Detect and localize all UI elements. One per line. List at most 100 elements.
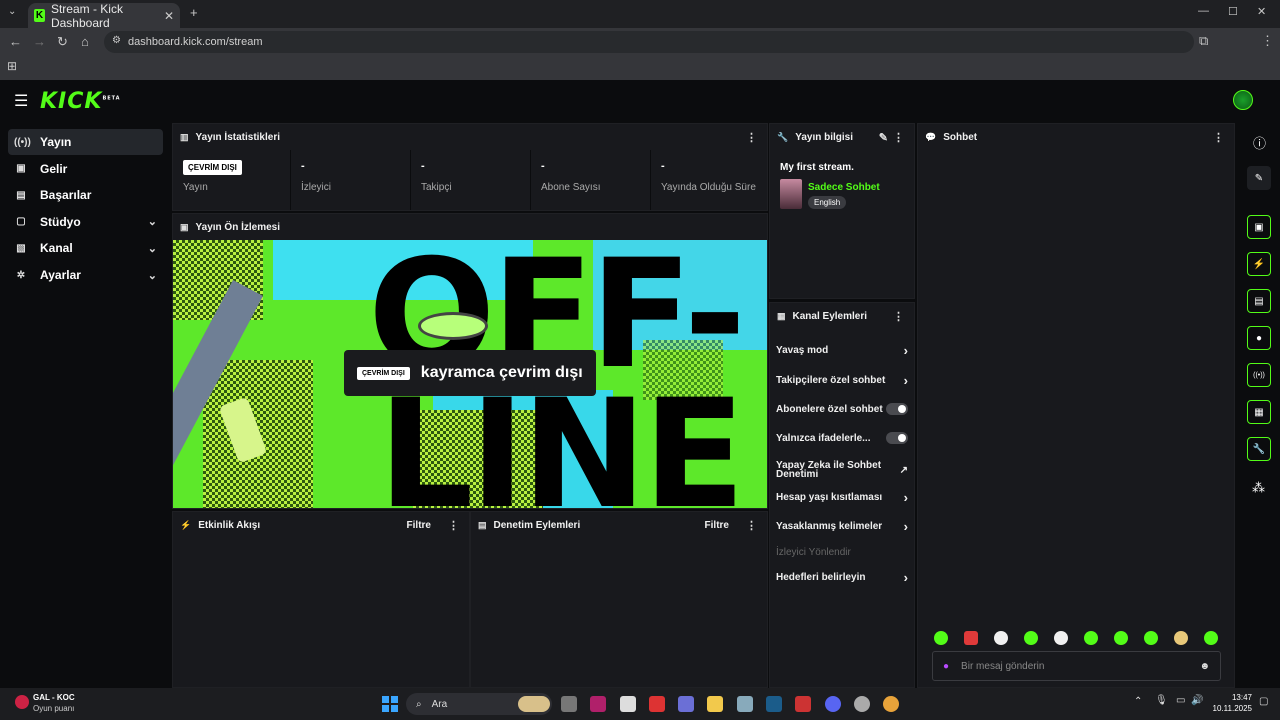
emote-icon[interactable] — [1204, 631, 1218, 645]
store-icon[interactable] — [620, 696, 636, 712]
emote-icon[interactable] — [1174, 631, 1188, 645]
vpn-icon[interactable] — [649, 696, 665, 712]
channel-action-item[interactable]: Abonelere özel sohbet — [776, 402, 908, 416]
app-icon[interactable] — [795, 696, 811, 712]
emote-icon[interactable] — [1054, 631, 1068, 645]
lightning-icon[interactable]: ⚡ — [1247, 252, 1271, 276]
chat-bubble-icon: 💬 — [925, 131, 937, 142]
network-icon[interactable]: ▭ — [1176, 695, 1185, 706]
mic-tray-icon[interactable]: 🎙 — [1155, 695, 1168, 706]
more-options-icon[interactable]: ⋮ — [1213, 131, 1224, 144]
channel-action-item[interactable]: Yasaklanmış kelimeler › — [776, 519, 908, 534]
pencil-icon[interactable]: ✎ — [1247, 166, 1271, 190]
toggle-switch[interactable] — [886, 432, 908, 444]
kick-logo[interactable]: KICKBETA — [40, 89, 121, 114]
studio-icon: ▢ — [16, 216, 26, 228]
back-icon[interactable]: ← — [9, 34, 22, 49]
discord-icon[interactable] — [825, 696, 841, 712]
tray-overflow-icon[interactable]: ⌃ — [1134, 696, 1142, 707]
reload-icon[interactable]: ↻ — [57, 34, 68, 50]
stream-info-panel: 🔧 Yayın bilgisi ✎ ⋮ My first stream. Sadece… — [769, 123, 915, 299]
more-options-icon[interactable]: ⋮ — [448, 519, 459, 532]
notification-icon[interactable]: ▢ — [1259, 696, 1268, 707]
windows-start-icon[interactable] — [382, 696, 398, 712]
sidebar-item-ayarlar[interactable]: ✲ Ayarlar ⌄ — [8, 262, 163, 288]
sidebar-item-gelir[interactable]: ▣ Gelir — [8, 156, 163, 182]
site-info-icon[interactable]: ⚙ — [112, 35, 121, 46]
emote-icon[interactable] — [964, 631, 978, 645]
capture-icon[interactable]: ▣ — [1247, 215, 1271, 239]
channel-action-item[interactable]: Yapay Zeka ile Sohbet Denetimi ↗ — [776, 461, 908, 480]
settings-icon[interactable] — [737, 696, 753, 712]
document-icon: ▤ — [478, 519, 487, 530]
emote-icon[interactable] — [994, 631, 1008, 645]
user-avatar[interactable] — [1233, 90, 1253, 110]
home-icon[interactable]: ⌂ — [81, 34, 89, 49]
hamburger-menu-icon[interactable]: ☰ — [14, 91, 28, 111]
sidebar-item-yayın[interactable]: ((•)) Yayın — [8, 129, 163, 155]
sidebar-item-label: Başarılar — [40, 188, 92, 203]
emoji-icon[interactable]: ☻ — [1199, 661, 1210, 672]
clock-date[interactable]: 10.11.2025 — [1206, 704, 1252, 713]
github-icon[interactable] — [854, 696, 870, 712]
browser-tab[interactable]: K Stream - Kick Dashboard ✕ — [28, 2, 180, 30]
more-options-icon[interactable]: ⋮ — [746, 519, 757, 532]
teams-icon[interactable] — [678, 696, 694, 712]
steam-icon[interactable] — [766, 696, 782, 712]
channel-actions-icon[interactable]: ▦ — [1247, 400, 1271, 424]
filter-button[interactable]: Filtre — [407, 520, 431, 531]
wrench-icon[interactable]: 🔧 — [1247, 437, 1271, 461]
sports-score-icon[interactable] — [15, 695, 29, 709]
channel-action-item[interactable]: Hesap yaşı kısıtlaması › — [776, 490, 908, 505]
chevron-down-icon[interactable]: ⌄ — [148, 242, 157, 255]
more-options-icon[interactable]: ⋮ — [893, 131, 904, 144]
sidebar-item-kanal[interactable]: ▧ Kanal ⌄ — [8, 235, 163, 261]
tab-close-icon[interactable]: ✕ — [164, 9, 174, 23]
chat-icon[interactable]: ● — [1247, 326, 1271, 350]
folder-icon[interactable] — [707, 696, 723, 712]
microphone-icon[interactable]: ● — [943, 661, 949, 672]
channel-action-item[interactable]: Yalnızca ifadelerle... — [776, 431, 908, 445]
url-input[interactable]: ⚙ dashboard.kick.com/stream — [104, 31, 1194, 53]
forward-icon[interactable]: → — [33, 34, 46, 49]
sidebar-item-stüdyo[interactable]: ▢ Stüdyo ⌄ — [8, 209, 163, 235]
chrome-icon[interactable] — [883, 696, 899, 712]
more-options-icon[interactable]: ⋮ — [746, 131, 757, 144]
file-icon[interactable] — [561, 696, 577, 712]
category-link[interactable]: Sadece Sohbet — [808, 182, 880, 193]
emote-icon[interactable] — [1024, 631, 1038, 645]
close-window-icon[interactable]: ✕ — [1257, 5, 1266, 18]
tab-list-icon[interactable]: ⌄ — [8, 6, 16, 17]
sidebar-item-başarılar[interactable]: ▤ Başarılar — [8, 182, 163, 208]
emote-icon[interactable] — [1114, 631, 1128, 645]
filter-button[interactable]: Filtre — [705, 520, 729, 531]
chat-message-input[interactable]: ● Bir mesaj gönderin ☻ — [932, 651, 1221, 681]
channel-action-item[interactable]: Takipçilere özel sohbet › — [776, 373, 908, 388]
emote-icon[interactable] — [1144, 631, 1158, 645]
edit-pencil-icon[interactable]: ✎ — [879, 131, 888, 144]
more-options-icon[interactable]: ⋮ — [893, 310, 904, 323]
emote-icon[interactable] — [934, 631, 948, 645]
document-icon[interactable]: ▤ — [1247, 289, 1271, 313]
chevron-down-icon[interactable]: ⌄ — [148, 215, 157, 228]
new-tab-icon[interactable]: + — [190, 5, 198, 20]
browser-menu-icon[interactable]: ⋮ — [1261, 33, 1274, 49]
channel-action-item[interactable]: Yavaş mod › — [776, 343, 908, 358]
extensions-icon[interactable]: ⧉ — [1199, 33, 1208, 49]
weather-icon[interactable] — [518, 696, 550, 712]
apps-grid-icon[interactable]: ⊞ — [7, 59, 17, 73]
emote-icon[interactable] — [1084, 631, 1098, 645]
channel-action-item[interactable]: Hedefleri belirleyin › — [776, 570, 908, 585]
toggle-switch[interactable] — [886, 403, 908, 415]
maximize-icon[interactable]: ☐ — [1228, 5, 1238, 18]
more-widgets-icon[interactable]: ⁂ — [1252, 480, 1265, 496]
info-icon[interactable]: ⓘ — [1253, 133, 1266, 152]
external-link-icon: ↗ — [899, 464, 908, 476]
clock-time[interactable]: 13:47 — [1214, 693, 1252, 702]
volume-icon[interactable]: 🔊 — [1191, 695, 1203, 706]
panel-title: Yayın Ön İzlemesi — [195, 221, 280, 233]
minimize-icon[interactable]: — — [1198, 5, 1209, 17]
chevron-down-icon[interactable]: ⌄ — [148, 269, 157, 282]
broadcast-icon[interactable]: ((•)) — [1247, 363, 1271, 387]
vs-icon[interactable] — [590, 696, 606, 712]
